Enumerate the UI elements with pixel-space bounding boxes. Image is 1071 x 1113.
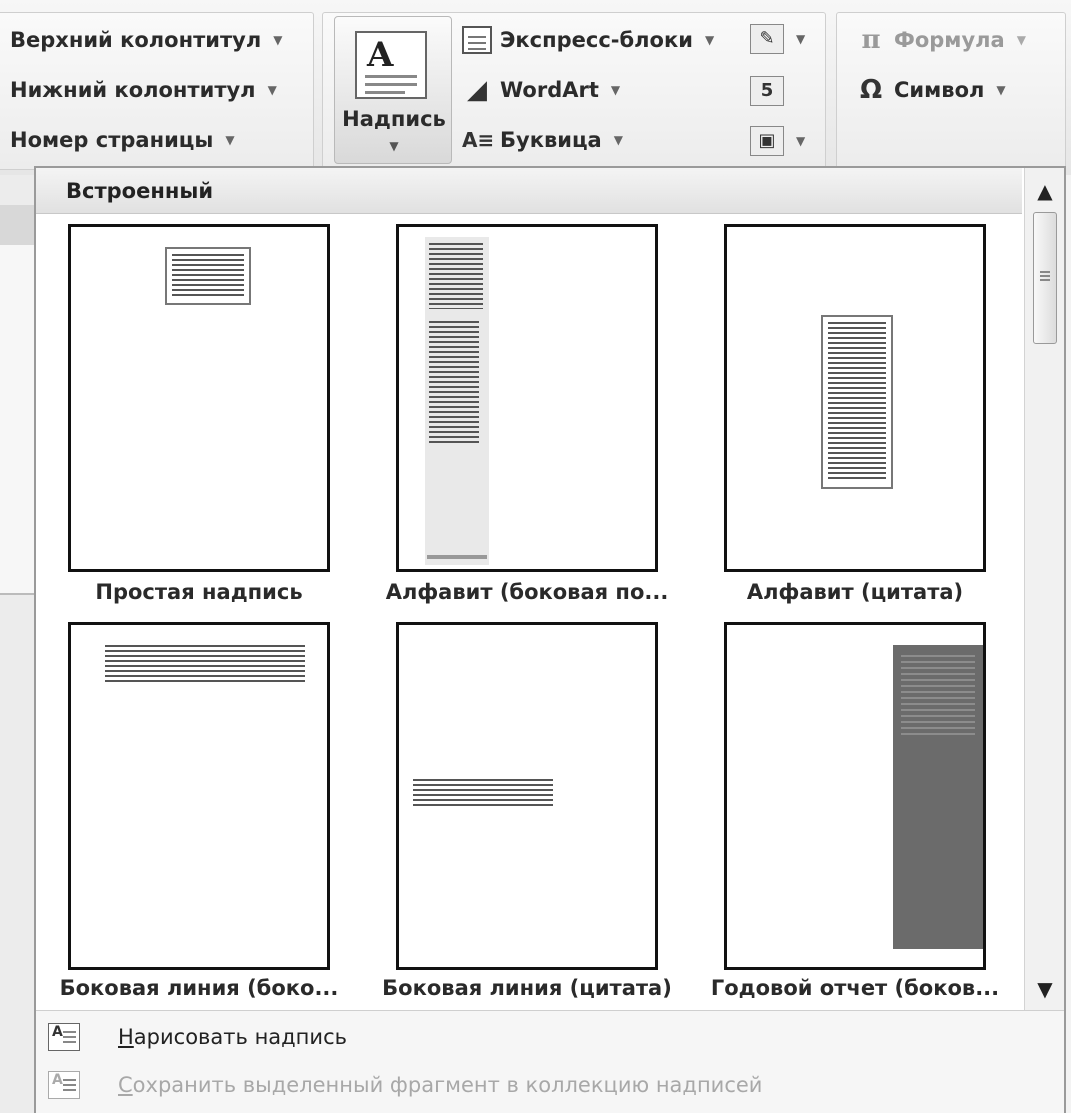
draw-textbox-icon: A (48, 1023, 80, 1051)
textbox-label: Надпись (342, 107, 446, 131)
chevron-down-icon: ▼ (613, 133, 623, 147)
header-label: Верхний колонтитул (10, 28, 262, 52)
date-time-button[interactable]: 5 (750, 76, 784, 106)
quick-parts-button[interactable]: Экспресс-блоки ▼ (462, 26, 714, 54)
scroll-thumb[interactable] (1033, 212, 1057, 344)
page-number-button[interactable]: Номер страницы ▼ (10, 128, 235, 152)
document-edge (0, 175, 34, 1113)
scroll-up-arrow-icon[interactable]: ▲ (1025, 174, 1065, 208)
save-selection-icon: A (48, 1071, 80, 1099)
chevron-down-icon: ▼ (1016, 33, 1026, 47)
thumbnail (724, 224, 986, 572)
ribbon: Верхний колонтитул ▼ Нижний колонтитул ▼ Н… (0, 0, 1071, 175)
chevron-down-icon: ▼ (996, 83, 1006, 97)
dropcap-button[interactable]: A≡ Буквица ▼ (462, 126, 623, 154)
textbox-button[interactable]: A Надпись ▼ (334, 16, 452, 164)
chevron-down-icon: ▼ (796, 134, 806, 148)
thumbnail (396, 622, 658, 970)
wordart-label: WordArt (500, 78, 599, 102)
scroll-down-arrow-icon[interactable]: ▼ (1025, 972, 1065, 1006)
dropcap-icon: A≡ (462, 128, 495, 152)
pi-icon: π (861, 25, 881, 55)
gallery-scrollbar[interactable]: ▲ ▼ (1024, 168, 1064, 1010)
date-time-icon: 5 (750, 76, 784, 106)
save-selection-menu-item[interactable]: A Сохранить выделенный фрагмент в коллек… (36, 1063, 1064, 1107)
textbox-icon-letter: A (367, 35, 394, 75)
wordart-button[interactable]: ◢ WordArt ▼ (462, 76, 620, 104)
gallery-item-caption: Алфавит (боковая по... (385, 580, 669, 604)
gallery-section-header: Встроенный (36, 168, 1022, 214)
gallery-item-caption: Годовой отчет (боков... (710, 976, 1000, 1000)
chevron-down-icon: ▼ (225, 133, 235, 147)
omega-icon: Ω (859, 75, 883, 105)
gallery-item-caption: Алфавит (цитата) (746, 580, 964, 604)
section-title: Встроенный (66, 179, 214, 203)
equation-label: Формула (894, 28, 1005, 52)
gallery-item-caption: Простая надпись (95, 580, 303, 604)
draw-textbox-menu-item[interactable]: A Нарисовать надпись (36, 1015, 1064, 1059)
signature-line-icon: ✎ (750, 24, 784, 54)
footer-label: Нижний колонтитул (10, 78, 256, 102)
chevron-down-icon: ▼ (610, 83, 621, 97)
thumbnail (68, 622, 330, 970)
quick-parts-icon (462, 26, 492, 54)
draw-textbox-label: Нарисовать надпись (118, 1025, 347, 1049)
thumbnail (68, 224, 330, 572)
gallery-item-caption: Боковая линия (цитата) (382, 976, 672, 1000)
insert-object-icon: ▣ (750, 126, 784, 156)
equation-button[interactable]: π Формула ▼ (856, 25, 1026, 55)
header-button[interactable]: Верхний колонтитул ▼ (10, 28, 282, 52)
footer-button[interactable]: Нижний колонтитул ▼ (10, 78, 277, 102)
wordart-icon: ◢ (467, 75, 487, 105)
chevron-down-icon: ▼ (267, 83, 277, 97)
dropcap-label: Буквица (500, 128, 602, 152)
quick-parts-label: Экспресс-блоки (500, 28, 693, 52)
insert-object-button[interactable]: ▣ ▼ (750, 126, 805, 156)
page-number-label: Номер страницы (10, 128, 214, 152)
chevron-down-icon: ▼ (704, 33, 715, 47)
save-selection-label: Сохранить выделенный фрагмент в коллекци… (118, 1073, 763, 1097)
chevron-down-icon: ▼ (389, 139, 399, 153)
textbox-icon: A (355, 31, 427, 99)
gallery-footer-menu: A Нарисовать надпись A Сохранить выделен… (36, 1010, 1064, 1113)
gallery-item-caption: Боковая линия (боко... (59, 976, 339, 1000)
thumbnail (724, 622, 986, 970)
chevron-down-icon: ▼ (273, 33, 283, 47)
chevron-down-icon: ▼ (796, 32, 806, 46)
thumbnail (396, 224, 658, 572)
signature-line-button[interactable]: ✎ ▼ (750, 24, 805, 54)
textbox-gallery: Встроенный Простая надпись Алфавит (боко… (34, 166, 1066, 1113)
symbol-label: Символ (894, 78, 985, 102)
symbol-button[interactable]: Ω Символ ▼ (856, 76, 1006, 104)
